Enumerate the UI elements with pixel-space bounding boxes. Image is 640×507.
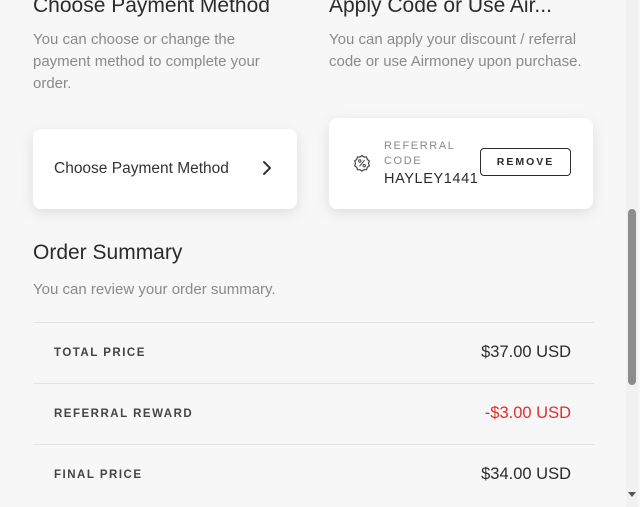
summary-row-label: TOTAL PRICE <box>54 347 146 359</box>
summary-row-value: $34.00 USD <box>481 465 571 483</box>
percent-badge-icon <box>353 154 371 172</box>
payment-section-title: Choose Payment Method <box>33 0 270 17</box>
vertical-scrollbar[interactable] <box>626 0 638 507</box>
summary-row-label: FINAL PRICE <box>54 469 143 481</box>
summary-row-value: -$3.00 USD <box>484 404 571 422</box>
summary-row-final-price: FINAL PRICE $34.00 USD <box>33 444 594 505</box>
referral-code-card: REFERRAL CODE HAYLEY1441 REMOVE <box>329 118 593 209</box>
referral-code-value: HAYLEY1441 <box>384 171 479 187</box>
order-summary-title: Order Summary <box>33 241 183 264</box>
summary-row-label: REFERRAL REWARD <box>54 408 194 420</box>
scrollbar-thumb[interactable] <box>628 209 636 385</box>
choose-payment-method-button[interactable]: Choose Payment Method <box>33 129 297 209</box>
summary-row-value: $37.00 USD <box>481 343 571 361</box>
summary-row-referral-reward: REFERRAL REWARD -$3.00 USD <box>33 383 594 444</box>
remove-code-button[interactable]: REMOVE <box>480 148 571 176</box>
code-section-description: You can apply your discount / referral c… <box>329 31 582 70</box>
order-summary-list: TOTAL PRICE $37.00 USD REFERRAL REWARD -… <box>33 322 594 505</box>
referral-code-caption: REFERRAL CODE <box>384 140 456 167</box>
payment-section-description: You can choose or change the payment met… <box>33 31 260 92</box>
scroll-down-arrow-icon[interactable] <box>628 492 636 497</box>
summary-row-total-price: TOTAL PRICE $37.00 USD <box>33 322 594 383</box>
chevron-right-icon <box>263 161 271 175</box>
code-section-title: Apply Code or Use Air... <box>329 0 552 17</box>
choose-payment-method-label: Choose Payment Method <box>54 160 229 177</box>
order-summary-description: You can review your order summary. <box>33 281 276 298</box>
